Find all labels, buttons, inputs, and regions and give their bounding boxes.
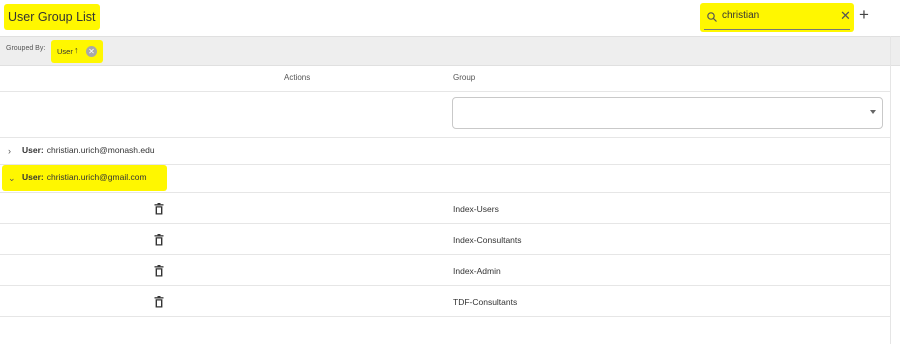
group-by-bar: Grouped By: User ↑ ✕ [0,36,900,66]
group-row-label: User: christian.urich@monash.edu [22,145,155,155]
divider [0,91,890,92]
group-filter-select[interactable] [452,97,883,129]
sort-arrow-up-icon[interactable]: ↑ [74,44,79,56]
group-chip-user[interactable]: User ↑ ✕ [51,40,103,63]
chevron-down-icon[interactable]: ⌄ [8,172,16,184]
group-field: User: [22,172,44,182]
divider [0,316,890,317]
delete-icon[interactable] [154,296,164,308]
group-value: christian.urich@gmail.com [46,172,147,182]
column-header-group[interactable]: Group [453,65,475,91]
group-cell: TDF-Consultants [453,297,518,307]
search-icon [707,12,717,22]
remove-group-icon[interactable]: ✕ [86,46,97,57]
group-value: christian.urich@monash.edu [46,145,155,155]
right-border [890,36,891,344]
table-row: TDF-Consultants [0,286,890,317]
search-box[interactable]: christian ✕ [700,3,854,32]
clear-search-icon[interactable]: ✕ [840,8,851,24]
group-cell: Index-Admin [453,266,501,276]
page-header: User Group List christian ✕ + [0,0,900,36]
group-cell: Index-Consultants [453,235,522,245]
search-input[interactable]: christian [722,3,759,29]
group-field: User: [22,145,44,155]
grouped-by-label: Grouped By: [6,45,46,52]
group-chip-label: User [57,47,73,56]
page-title: User Group List [4,4,100,30]
group-row-gmail[interactable]: ⌄ User: christian.urich@gmail.com [0,165,890,192]
add-icon[interactable]: + [859,4,869,26]
table-row: Index-Users [0,193,890,224]
chevron-right-icon[interactable]: › [8,145,11,157]
delete-icon[interactable] [154,265,164,277]
column-header-actions[interactable]: Actions [284,65,310,91]
table-row: Index-Consultants [0,224,890,255]
group-row-label: User: christian.urich@gmail.com [22,172,147,182]
search-underline [704,29,850,30]
dropdown-caret-icon [870,110,876,114]
table-row: Index-Admin [0,255,890,286]
delete-icon[interactable] [154,203,164,215]
group-row-monash[interactable]: › User: christian.urich@monash.edu [0,138,890,165]
delete-icon[interactable] [154,234,164,246]
group-cell: Index-Users [453,204,499,214]
